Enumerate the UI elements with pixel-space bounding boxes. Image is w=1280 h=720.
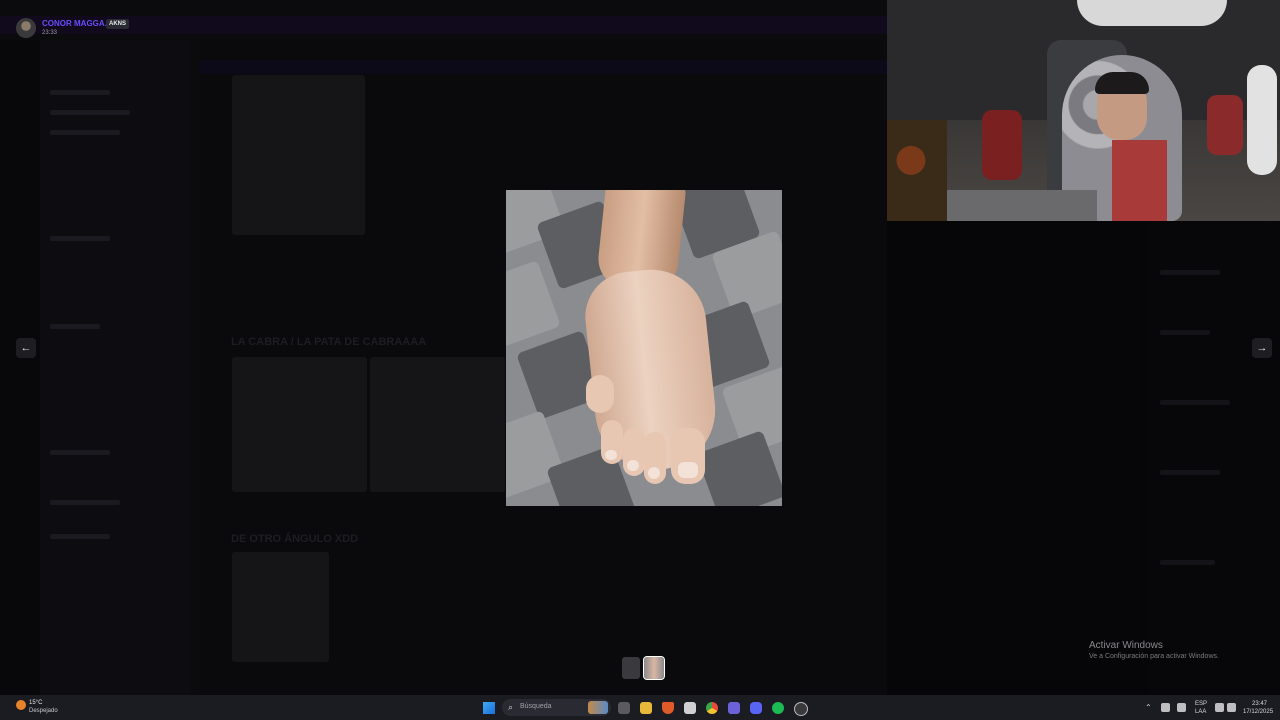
keyboard-layout[interactable]: LAA [1195, 709, 1206, 715]
search-placeholder[interactable]: Búsqueda [520, 703, 552, 710]
floor-tile [506, 260, 561, 350]
thumbnail-image[interactable] [622, 657, 640, 679]
christmas-tree [887, 120, 947, 221]
toenail [627, 460, 639, 471]
member-item [1160, 470, 1220, 475]
thumbnail-image-active[interactable] [643, 656, 665, 680]
member-list [1150, 220, 1280, 695]
santa-decoration [982, 110, 1022, 180]
member-item [1160, 400, 1230, 405]
channel-item [50, 90, 110, 95]
thumbnail-strip [622, 656, 665, 680]
network-sync-icon[interactable] [1161, 703, 1170, 712]
avatar[interactable] [16, 18, 36, 38]
toe [586, 375, 614, 413]
file-explorer-icon[interactable] [640, 702, 652, 714]
channel-list [40, 40, 190, 695]
chat-message: LA CABRA / LA PATA DE CABRAAAA [231, 336, 427, 348]
santa-decoration [1207, 95, 1243, 155]
chevron-up-icon[interactable]: ⌃ [1145, 703, 1154, 712]
channel-item [50, 450, 110, 455]
brave-browser-icon[interactable] [662, 702, 674, 714]
teams-icon[interactable] [728, 702, 740, 714]
chat-attachment [232, 357, 367, 492]
lightbox-image[interactable] [506, 190, 782, 506]
channel-item [50, 324, 100, 329]
arrow-right-icon: → [1256, 342, 1268, 354]
next-image-button[interactable]: → [1252, 338, 1272, 358]
discord-icon[interactable] [750, 702, 762, 714]
user-tag-badge: AKNS [106, 19, 130, 29]
wifi-icon[interactable] [1215, 703, 1224, 712]
previous-image-button[interactable]: ← [16, 338, 36, 358]
search-icon: ⌕ [508, 702, 514, 712]
channel-item [50, 236, 110, 241]
windows-start-icon[interactable] [483, 702, 495, 714]
streamer-hair [1095, 72, 1149, 94]
search-highlight-icon [588, 701, 608, 714]
chat-banner [200, 60, 887, 74]
channel-item [50, 110, 130, 115]
streamer-shirt [1112, 140, 1167, 221]
weather-temperature[interactable]: 15°C [29, 700, 42, 706]
task-view-icon[interactable] [618, 702, 630, 714]
channel-item [50, 130, 120, 135]
top-banner [0, 16, 887, 34]
arrow-left-icon: ← [20, 342, 32, 354]
webcam-overlay [887, 0, 1280, 221]
cam-floor [947, 190, 1097, 221]
chat-attachment [370, 357, 505, 492]
chat-message: DE OTRO ÁNGULO XDD [231, 533, 359, 545]
chat-attachment [232, 552, 329, 662]
toenail [678, 462, 698, 478]
chrome-icon[interactable] [706, 702, 718, 714]
activate-windows-subtitle: Ve a Configuración para activar Windows. [1089, 653, 1219, 660]
language-code[interactable]: ESP [1195, 701, 1207, 707]
post-timestamp: 23:33 [42, 30, 58, 36]
clock-time[interactable]: 23:47 [1252, 701, 1267, 707]
store-icon[interactable] [684, 702, 696, 714]
clock-date[interactable]: 17/12/2025 [1243, 709, 1273, 715]
snowman-decoration [1247, 65, 1277, 175]
volume-icon[interactable] [1227, 703, 1236, 712]
garland-decoration [1077, 0, 1227, 26]
weather-description[interactable]: Despejado [29, 708, 58, 714]
member-item [1160, 560, 1215, 565]
server-rail [0, 40, 40, 695]
member-item [1160, 330, 1210, 335]
username[interactable]: CONOR MAGGA... [42, 19, 111, 28]
channel-item [50, 500, 120, 505]
channel-item [50, 534, 110, 539]
toenail [605, 450, 617, 460]
microphone-icon[interactable] [1177, 703, 1186, 712]
member-item [1160, 270, 1220, 275]
chat-attachment [232, 75, 365, 235]
spotify-icon[interactable] [772, 702, 784, 714]
toenail [648, 467, 660, 479]
weather-icon[interactable] [16, 700, 26, 710]
activate-windows-title: Activar Windows [1089, 640, 1163, 651]
obs-icon[interactable] [794, 702, 808, 716]
